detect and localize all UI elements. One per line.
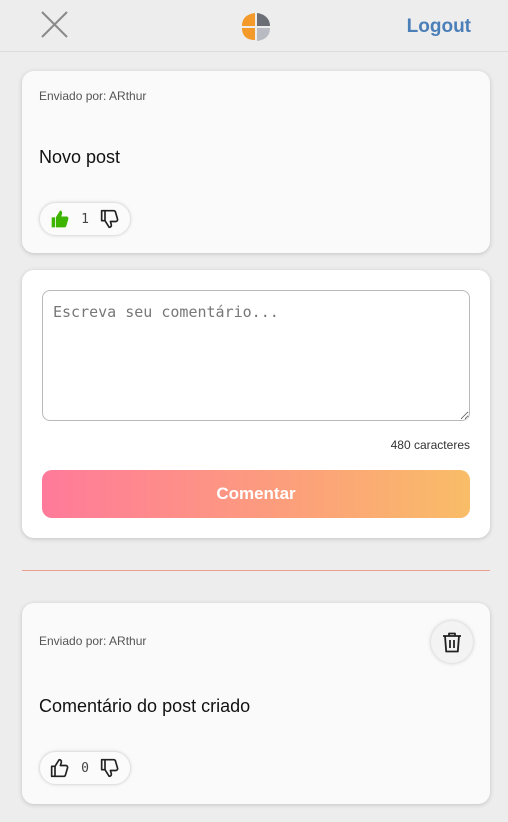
post-author: Enviado por: ARthur (39, 89, 147, 103)
trash-icon (443, 632, 461, 653)
comment-text: Comentário do post criado (39, 696, 251, 716)
post-text: Novo post (39, 147, 121, 167)
comment-like-count: 0 (81, 760, 89, 776)
post-like-count: 1 (81, 211, 89, 227)
comment-input[interactable] (42, 290, 470, 421)
thumbs-up-icon (51, 210, 69, 228)
post-vote-controls: 1 (39, 202, 131, 236)
submit-comment-button[interactable]: Comentar (42, 470, 470, 518)
thumbs-down-icon (100, 758, 119, 778)
post-like-button[interactable] (49, 208, 71, 230)
close-icon (41, 11, 68, 38)
logo-icon (242, 13, 270, 41)
comment-author: Enviado por: ARthur (39, 634, 147, 648)
thumbs-up-icon (50, 758, 69, 778)
post-dislike-button[interactable] (99, 208, 121, 230)
comment-vote-controls: 0 (39, 751, 131, 785)
comment-dislike-button[interactable] (99, 757, 121, 779)
comment-like-button[interactable] (49, 757, 71, 779)
delete-comment-button[interactable] (431, 621, 473, 663)
comment-card: Enviado por: ARthur Comentário do post c… (22, 603, 490, 804)
logout-link[interactable]: Logout (407, 16, 471, 38)
char-counter: 480 caracteres (390, 438, 470, 452)
divider (22, 570, 490, 571)
post-card: Enviado por: ARthur Novo post 1 (22, 71, 490, 253)
comment-form: 480 caracteres Comentar (22, 270, 490, 538)
app-logo[interactable] (240, 11, 272, 43)
close-button[interactable] (38, 8, 72, 42)
thumbs-down-icon (100, 209, 119, 229)
header: Logout (0, 0, 508, 52)
